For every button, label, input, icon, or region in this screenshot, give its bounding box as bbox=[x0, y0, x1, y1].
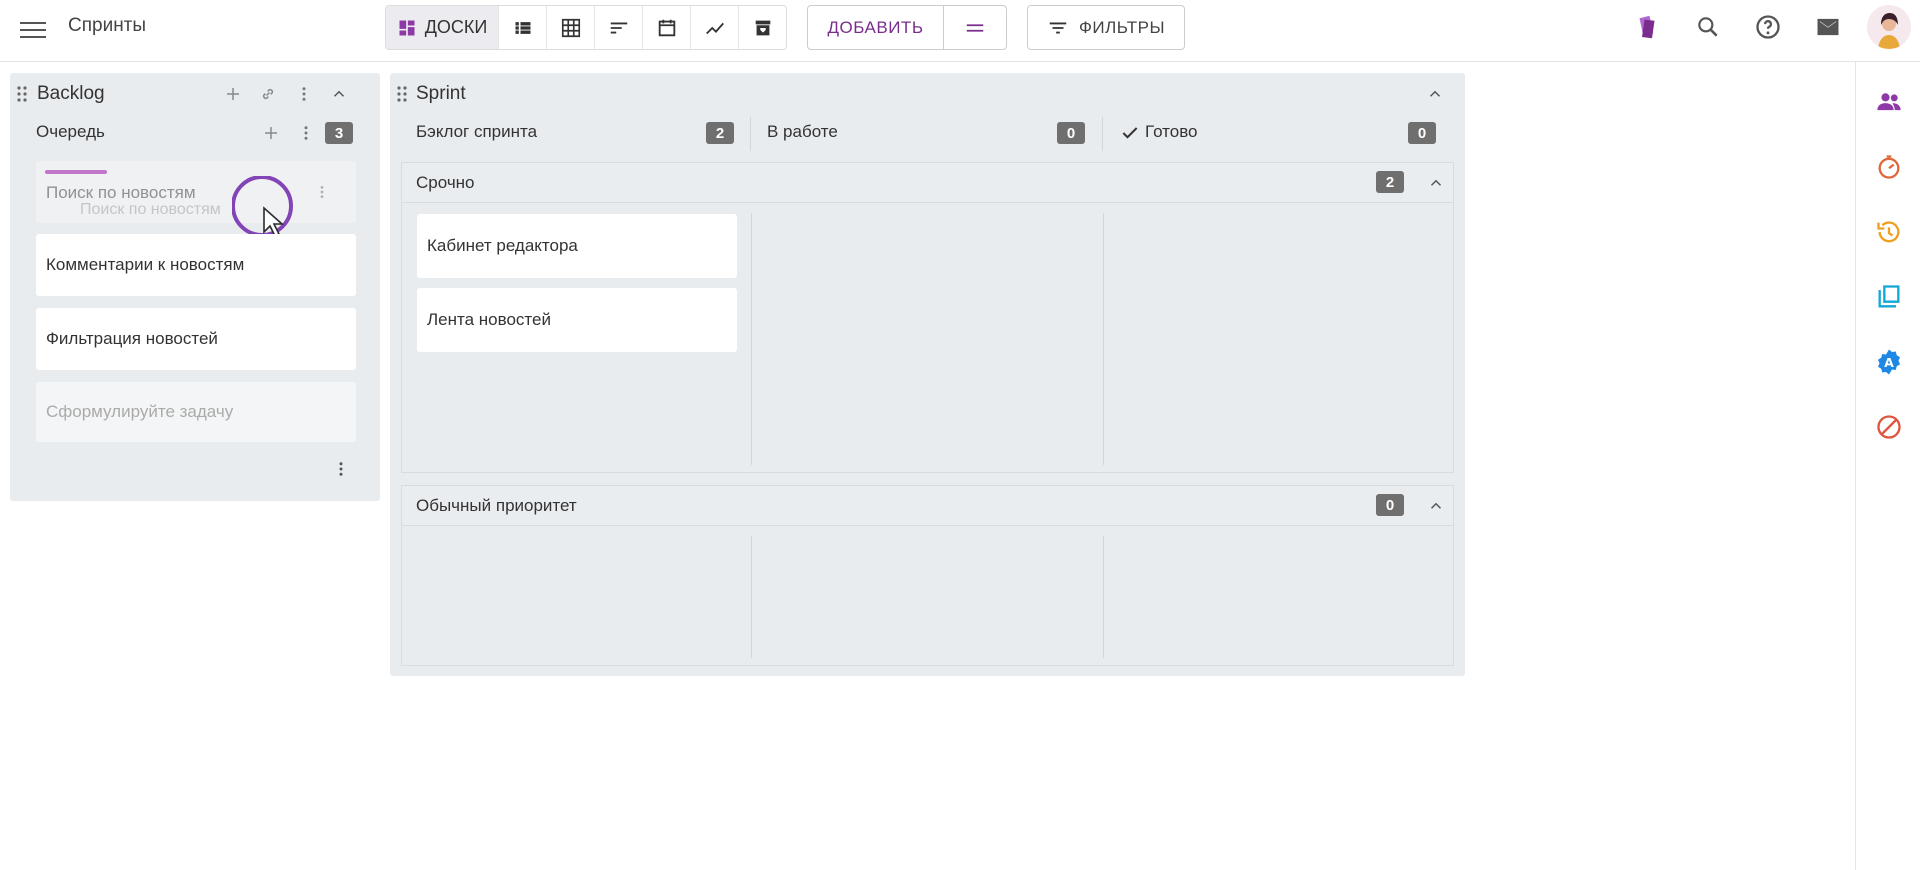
backlog-title: Backlog bbox=[37, 83, 105, 104]
task-card[interactable]: Фильтрация новостей bbox=[36, 308, 356, 370]
backlog-panel: Backlog Очередь 3 Поиск по новостям Поис… bbox=[10, 73, 380, 501]
timer-icon[interactable] bbox=[1874, 152, 1904, 182]
add-button-group: ДОБАВИТЬ bbox=[807, 5, 1007, 50]
column-divider bbox=[750, 117, 751, 151]
swimlane-header[interactable]: Срочно 2 bbox=[402, 163, 1453, 203]
mail-icon[interactable] bbox=[1813, 12, 1843, 42]
column-title: В работе bbox=[767, 122, 838, 141]
boards-view-button[interactable]: ДОСКИ bbox=[386, 6, 498, 49]
swimlane-count-badge: 2 bbox=[1376, 171, 1404, 193]
swimlane-title: Срочно bbox=[416, 173, 475, 192]
collapse-icon[interactable] bbox=[327, 82, 351, 106]
more-icon[interactable] bbox=[294, 121, 318, 145]
column-divider bbox=[1103, 213, 1104, 465]
task-card[interactable]: Комментарии к новостям bbox=[36, 234, 356, 296]
right-sidebar: A bbox=[1855, 62, 1920, 870]
column-title: Бэклог спринта bbox=[416, 122, 538, 141]
list-view-button[interactable] bbox=[498, 6, 546, 49]
archive-icon bbox=[755, 20, 770, 35]
collapse-icon[interactable] bbox=[1424, 494, 1448, 518]
calendar-icon bbox=[658, 19, 675, 36]
filters-label: ФИЛЬТРЫ bbox=[1078, 17, 1166, 37]
card-drag-ghost: Поиск по новостям bbox=[80, 201, 221, 218]
help-icon[interactable] bbox=[1753, 12, 1783, 42]
sprint-panel: Sprint Бэклог спринта 2 В работе 0 Готов… bbox=[390, 73, 1465, 676]
add-options-button[interactable] bbox=[943, 6, 1006, 49]
copy-icon[interactable] bbox=[1874, 282, 1904, 312]
card-title: Поиск по новостям bbox=[46, 183, 196, 202]
task-card-dragging[interactable]: Поиск по новостям Поиск по новостям bbox=[36, 161, 356, 238]
search-icon[interactable] bbox=[1693, 12, 1723, 42]
more-icon[interactable] bbox=[292, 82, 316, 106]
collapse-icon[interactable] bbox=[1424, 171, 1448, 195]
page-title: Спринты bbox=[68, 15, 147, 36]
queue-column-title: Очередь bbox=[36, 122, 105, 141]
cards-app-icon[interactable] bbox=[1632, 12, 1662, 42]
boards-view-label: ДОСКИ bbox=[424, 17, 488, 37]
list-icon bbox=[515, 21, 530, 34]
column-count-badge: 0 bbox=[1057, 122, 1085, 144]
more-icon[interactable] bbox=[310, 180, 334, 204]
filters-button[interactable]: ФИЛЬТРЫ bbox=[1027, 5, 1185, 50]
check-icon bbox=[1122, 127, 1138, 139]
chart-view-button[interactable] bbox=[690, 6, 738, 49]
column-count-badge: 0 bbox=[1408, 122, 1436, 144]
top-bar: Спринты ДОСКИ ДОБАВИТЬ ФИЛЬТРЫ bbox=[0, 0, 1920, 62]
add-icon[interactable] bbox=[259, 121, 283, 145]
team-icon[interactable] bbox=[1874, 87, 1904, 117]
swimlane-title: Обычный приоритет bbox=[416, 496, 577, 515]
swimlane-normal: Обычный приоритет 0 bbox=[401, 485, 1454, 666]
more-icon[interactable] bbox=[329, 457, 353, 481]
trending-icon bbox=[705, 22, 724, 34]
column-divider bbox=[751, 536, 752, 658]
card-color-bar bbox=[45, 170, 107, 174]
block-icon[interactable] bbox=[1874, 412, 1904, 442]
gantt-view-button[interactable] bbox=[594, 6, 642, 49]
calendar-view-button[interactable] bbox=[642, 6, 690, 49]
grid-icon bbox=[561, 18, 580, 37]
sprint-title: Sprint bbox=[416, 83, 466, 104]
column-divider bbox=[1102, 117, 1103, 151]
history-icon[interactable] bbox=[1874, 217, 1904, 247]
add-icon[interactable] bbox=[221, 82, 245, 106]
menu-icon[interactable] bbox=[20, 17, 46, 43]
collapse-icon[interactable] bbox=[1423, 82, 1447, 106]
archive-view-button[interactable] bbox=[738, 6, 786, 49]
sort-icon bbox=[610, 22, 627, 33]
translate-badge-icon[interactable]: A bbox=[1874, 347, 1904, 377]
new-task-input[interactable]: Сформулируйте задачу bbox=[36, 382, 356, 442]
avatar[interactable] bbox=[1867, 5, 1911, 49]
equals-icon bbox=[966, 23, 984, 32]
dashboard-icon bbox=[399, 20, 415, 35]
view-switcher: ДОСКИ bbox=[385, 5, 787, 50]
swimlane-count-badge: 0 bbox=[1376, 494, 1404, 516]
add-button[interactable]: ДОБАВИТЬ bbox=[808, 6, 943, 49]
swimlane-header[interactable]: Обычный приоритет 0 bbox=[402, 486, 1453, 526]
task-card[interactable]: Лента новостей bbox=[417, 288, 737, 352]
task-card[interactable]: Кабинет редактора bbox=[417, 214, 737, 278]
filter-icon bbox=[1049, 22, 1067, 33]
svg-text:A: A bbox=[1884, 355, 1894, 370]
column-divider bbox=[1103, 536, 1104, 658]
queue-count-badge: 3 bbox=[325, 122, 353, 144]
drag-handle-icon[interactable] bbox=[396, 85, 408, 103]
drag-handle-icon[interactable] bbox=[16, 85, 28, 103]
swimlane-urgent: Срочно 2 Кабинет редактора Лента новосте… bbox=[401, 162, 1454, 473]
column-divider bbox=[751, 213, 752, 465]
column-count-badge: 2 bbox=[706, 122, 734, 144]
column-title: Готово bbox=[1145, 122, 1198, 141]
table-view-button[interactable] bbox=[546, 6, 594, 49]
link-icon[interactable] bbox=[256, 82, 280, 106]
